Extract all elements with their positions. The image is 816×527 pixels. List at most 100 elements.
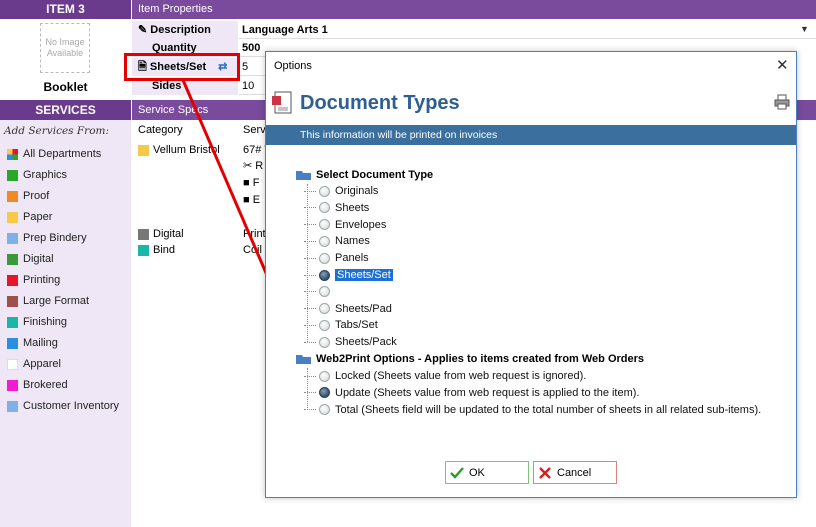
radio-unselected-icon[interactable] xyxy=(319,235,330,247)
department-item[interactable]: Mailing xyxy=(7,334,58,352)
service-text: R xyxy=(255,160,264,172)
radio-option[interactable]: Sheets/Pad xyxy=(304,301,392,317)
department-item[interactable]: All Departments xyxy=(7,145,101,163)
department-item[interactable]: Digital xyxy=(7,250,54,268)
x-icon xyxy=(539,466,551,479)
service-text: Print xyxy=(243,228,266,240)
radio-label: Originals xyxy=(335,185,379,197)
tree-connector xyxy=(304,291,316,293)
department-label: Prep Bindery xyxy=(23,232,87,244)
radio-unselected-icon[interactable] xyxy=(319,286,330,298)
radio-unselected-icon[interactable] xyxy=(319,303,330,315)
radio-unselected-icon[interactable] xyxy=(319,202,330,214)
radio-option[interactable]: Panels xyxy=(304,250,369,266)
department-item[interactable]: Brokered xyxy=(7,376,68,394)
service-entry: ■ F xyxy=(243,175,259,191)
department-color-swatch xyxy=(7,316,18,328)
radio-option[interactable]: Locked (Sheets value from web request is… xyxy=(304,368,586,384)
radio-option[interactable]: Total (Sheets field will be updated to t… xyxy=(304,402,761,418)
tree-connector xyxy=(304,240,316,242)
department-color-swatch xyxy=(7,274,18,286)
radio-option[interactable] xyxy=(304,284,335,300)
department-color-swatch xyxy=(7,295,18,307)
checkmark-icon xyxy=(450,466,464,479)
service-category: Vellum Bristol xyxy=(138,142,220,158)
department-color-swatch xyxy=(7,148,18,160)
department-label: Paper xyxy=(23,211,53,223)
department-label: Customer Inventory xyxy=(23,400,119,412)
radio-option[interactable]: Tabs/Set xyxy=(304,317,378,333)
radio-selected-icon[interactable] xyxy=(319,269,330,281)
radio-unselected-icon[interactable] xyxy=(319,336,330,348)
radio-unselected-icon[interactable] xyxy=(319,319,330,331)
department-item[interactable]: Printing xyxy=(7,271,60,289)
department-item[interactable]: Prep Bindery xyxy=(7,229,87,247)
department-item[interactable]: Customer Inventory xyxy=(7,397,119,415)
department-color-swatch xyxy=(7,379,18,391)
radio-label: Total (Sheets field will be updated to t… xyxy=(335,403,762,416)
service-entry: Print xyxy=(243,226,266,242)
tree-connector xyxy=(304,324,316,326)
folder-open-icon xyxy=(296,354,311,364)
radio-unselected-icon[interactable] xyxy=(319,370,330,382)
department-item[interactable]: Apparel xyxy=(7,355,61,373)
section-heading: Web2Print Options - Applies to items cre… xyxy=(316,353,645,365)
category-label: Digital xyxy=(153,228,184,240)
document-types-icon xyxy=(272,91,292,114)
property-value[interactable]: 500 xyxy=(239,39,267,57)
radio-option[interactable]: Sheets xyxy=(304,200,369,216)
radio-unselected-icon[interactable] xyxy=(319,404,330,416)
print-icon[interactable] xyxy=(774,94,790,110)
department-color-swatch xyxy=(7,358,18,370)
item-type-label: Booklet xyxy=(43,80,88,94)
radio-unselected-icon[interactable] xyxy=(319,219,330,231)
service-entry: Coil xyxy=(243,242,262,258)
radio-unselected-icon[interactable] xyxy=(319,252,330,264)
radio-unselected-icon[interactable] xyxy=(319,185,330,197)
department-item[interactable]: Graphics xyxy=(7,166,67,184)
department-color-swatch xyxy=(7,190,18,202)
radio-selected-icon[interactable] xyxy=(319,387,330,399)
radio-option[interactable]: Sheets/Set xyxy=(304,267,393,283)
tree-connector xyxy=(304,375,316,377)
radio-option[interactable]: Names xyxy=(304,233,370,249)
radio-option[interactable]: Sheets/Pack xyxy=(304,334,397,350)
highlight-box xyxy=(124,53,240,81)
category-label: Vellum Bristol xyxy=(153,144,220,156)
property-value[interactable]: Language Arts 1 xyxy=(239,21,816,39)
radio-label: Sheets/Pack xyxy=(335,336,397,349)
web2print-section: Web2Print Options - Applies to items cre… xyxy=(296,351,644,367)
property-value[interactable]: 5 xyxy=(239,58,267,76)
radio-option[interactable]: Update (Sheets value from web request is… xyxy=(304,385,640,401)
service-text: F xyxy=(252,177,260,189)
close-icon[interactable]: ✕ xyxy=(776,56,789,74)
ok-button[interactable]: OK xyxy=(445,461,529,484)
radio-label: Panels xyxy=(335,252,369,265)
options-dialog: Options ✕ Document Types This informatio… xyxy=(265,51,797,498)
cancel-button[interactable]: Cancel xyxy=(533,461,617,484)
no-image-placeholder: No Image Available xyxy=(40,23,90,73)
property-label: ✎ Description xyxy=(132,21,238,39)
department-label: Mailing xyxy=(23,337,58,349)
scissors-icon: ✂ xyxy=(243,160,256,172)
folder-open-icon xyxy=(296,170,311,180)
category-label: Bind xyxy=(153,244,176,256)
ok-label: OK xyxy=(469,466,485,479)
dialog-heading: Document Types xyxy=(300,92,460,114)
radio-option[interactable]: Envelopes xyxy=(304,217,386,233)
department-item[interactable]: Finishing xyxy=(7,313,67,331)
radio-label: Envelopes xyxy=(335,218,387,231)
radio-option[interactable]: Originals xyxy=(304,183,378,199)
category-color-swatch xyxy=(138,244,149,256)
tree-connector xyxy=(304,257,316,259)
department-item[interactable]: Large Format xyxy=(7,292,89,310)
tree-connector xyxy=(304,409,316,411)
department-label: Digital xyxy=(23,253,54,265)
service-category: Digital xyxy=(138,226,184,242)
radio-label: Sheets/Pad xyxy=(335,302,392,315)
department-label: Graphics xyxy=(23,169,68,181)
department-item[interactable]: Paper xyxy=(7,208,52,226)
property-value[interactable]: 10 pr xyxy=(239,77,267,110)
chevron-down-icon[interactable]: ▼ xyxy=(800,24,809,34)
department-item[interactable]: Proof xyxy=(7,187,49,205)
